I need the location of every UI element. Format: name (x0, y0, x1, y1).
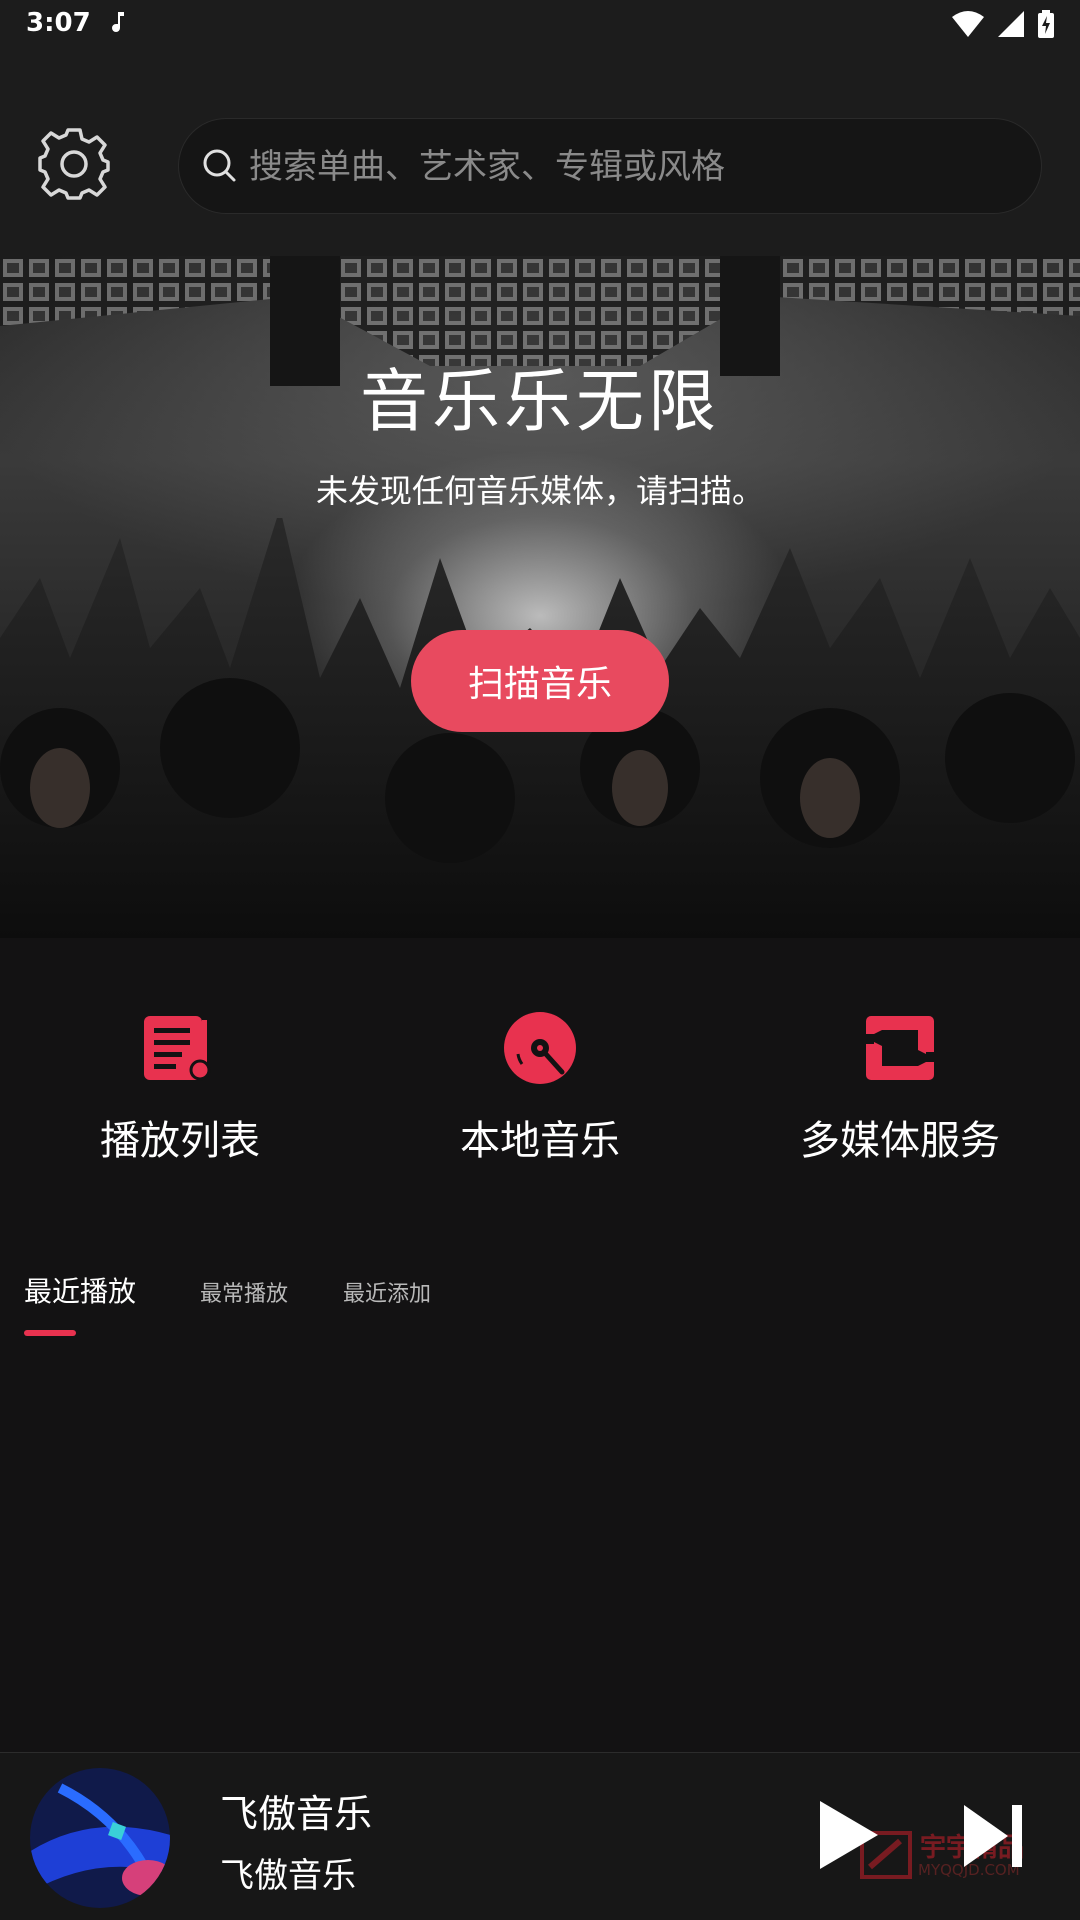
media-service-icon (862, 1016, 938, 1080)
shortcut-label: 本地音乐 (460, 1118, 620, 1164)
app-screen: 3:07 搜索单曲、艺术家、专辑或风格 音乐乐无限 未发现任何音乐媒体，请扫描。… (0, 0, 1080, 1920)
music-note-icon (110, 10, 128, 40)
search-bar[interactable] (178, 118, 1042, 215)
track-artist: 飞傲音乐 (220, 1856, 356, 1896)
gear-icon (38, 128, 110, 200)
shortcut-media-service[interactable]: 多媒体服务 (750, 1010, 1050, 1180)
next-track-button[interactable] (960, 1801, 1026, 1871)
battery-charging-icon (1038, 10, 1054, 42)
tab-recently-played[interactable]: 最近播放 (24, 1270, 136, 1330)
mini-player[interactable]: 飞傲音乐 飞傲音乐 宇宇精品 MYQQJD.COM (0, 1752, 1080, 1920)
shortcut-playlist[interactable]: 播放列表 (30, 1010, 330, 1180)
hero-title: 音乐乐无限 (359, 363, 720, 442)
tab-recently-added[interactable]: 最近添加 (343, 1276, 431, 1336)
tab-indicator (24, 1330, 76, 1336)
settings-button[interactable] (36, 126, 112, 202)
search-icon (203, 149, 236, 182)
tab-most-played[interactable]: 最常播放 (200, 1276, 288, 1336)
album-art[interactable] (30, 1768, 170, 1908)
play-button[interactable] (812, 1797, 882, 1873)
hero-banner: 音乐乐无限 未发现任何音乐媒体，请扫描。 扫描音乐 (0, 256, 1080, 938)
cell-signal-icon (998, 11, 1024, 41)
shortcut-row: 播放列表 本地音乐 多媒体服务 (0, 1010, 1080, 1190)
playlist-icon (144, 1016, 211, 1081)
shortcut-label: 多媒体服务 (800, 1118, 1000, 1164)
track-title: 飞傲音乐 (220, 1792, 373, 1836)
status-icons (952, 10, 1054, 42)
play-icon (820, 1801, 878, 1869)
status-time: 3:07 (26, 8, 91, 38)
vinyl-record-icon (504, 1012, 576, 1084)
shortcut-local-music[interactable]: 本地音乐 (390, 1010, 690, 1180)
shortcut-label: 播放列表 (100, 1118, 260, 1164)
skip-next-icon (964, 1805, 1022, 1867)
top-bar (0, 50, 1080, 256)
search-input[interactable] (249, 119, 1009, 215)
scan-music-button[interactable]: 扫描音乐 (411, 630, 669, 732)
hero-subtitle: 未发现任何音乐媒体，请扫描。 (315, 472, 764, 510)
status-bar: 3:07 (0, 0, 1080, 50)
history-tabs: 最近播放 最常播放 最近添加 (0, 1270, 1080, 1340)
wifi-icon (952, 11, 984, 41)
